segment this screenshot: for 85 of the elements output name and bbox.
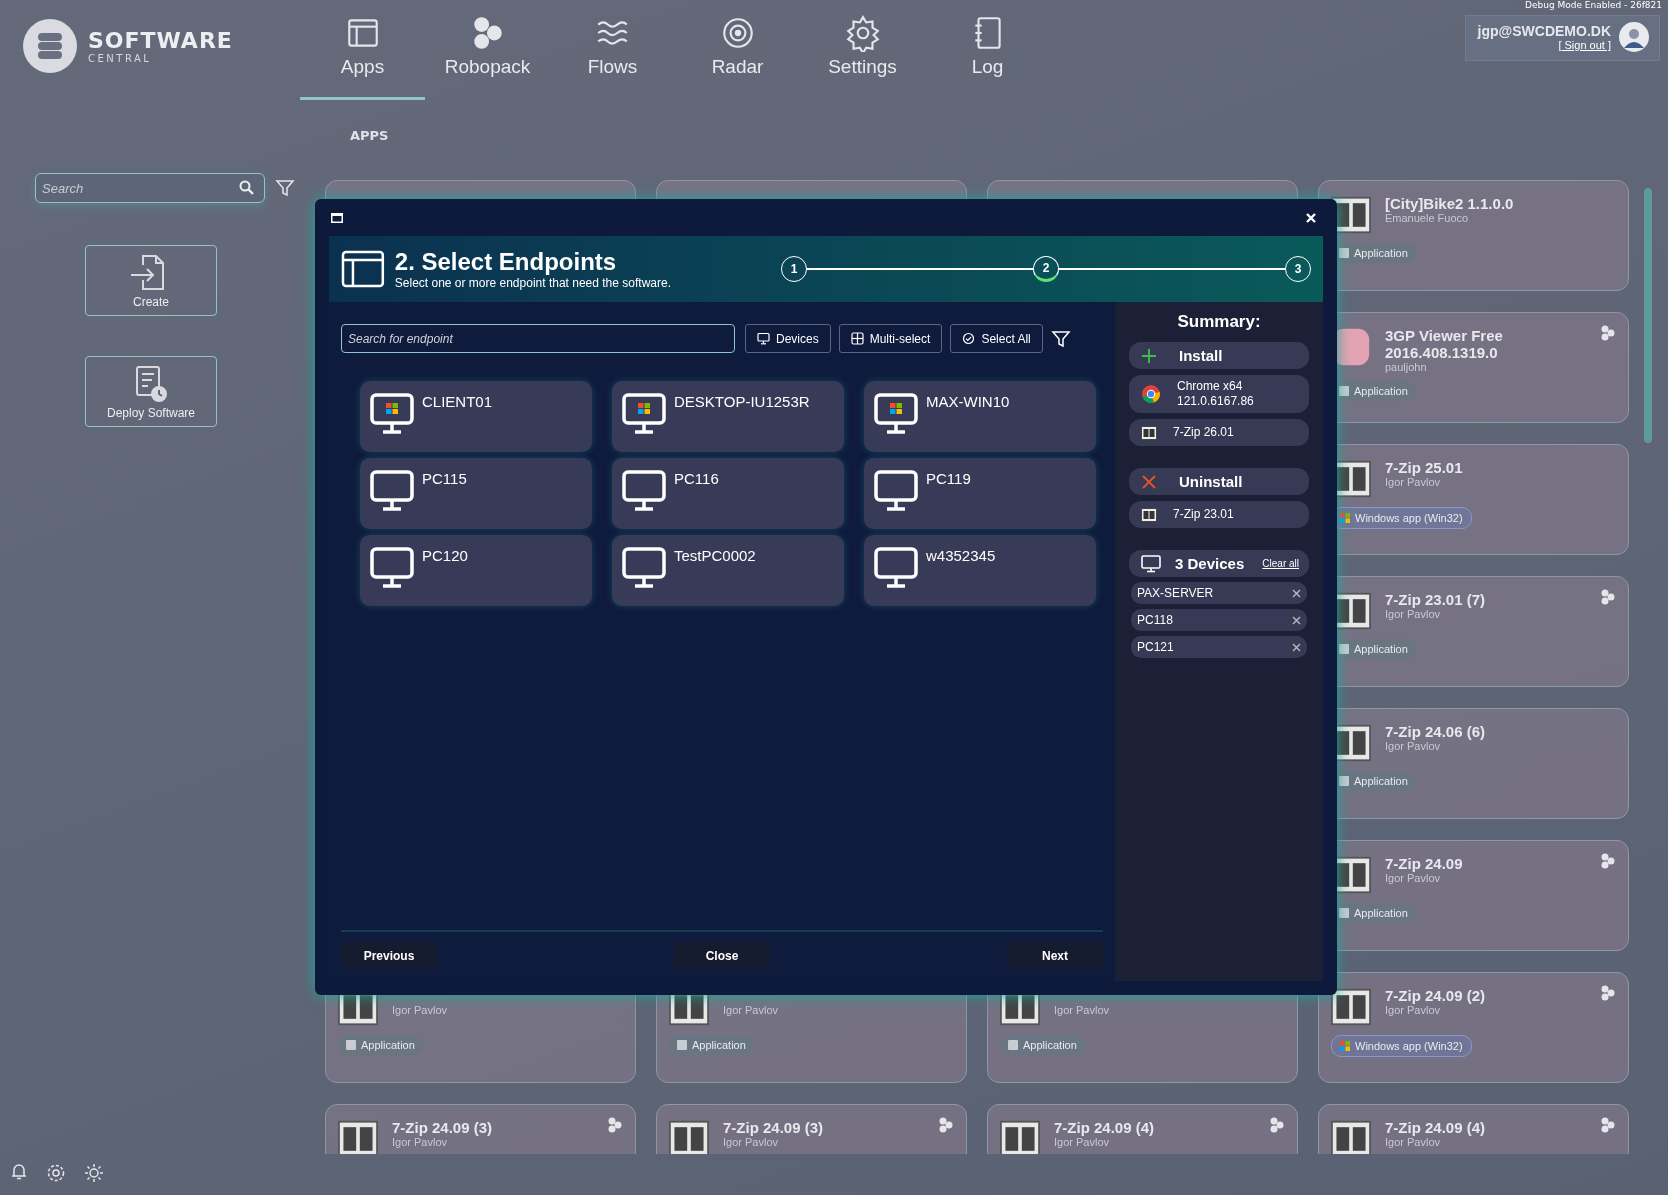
endpoint-tile[interactable]: CLIENT01 — [360, 381, 592, 452]
nav-tab[interactable]: Radar — [675, 0, 800, 100]
app-author: Igor Pavlov — [1054, 1004, 1111, 1016]
app-author: pauljohn — [1385, 361, 1428, 373]
section-title: APPS — [350, 128, 390, 145]
search-field[interactable]: Search — [35, 173, 265, 203]
app-author: Igor Pavlov — [723, 1136, 780, 1148]
tag-label: Application — [1354, 247, 1408, 259]
software-name: 7-Zip 23.01 — [1173, 507, 1234, 522]
app-author: Igor Pavlov — [1385, 740, 1442, 752]
dialog-subtitle: Select one or more endpoint that need the software. — [394, 276, 672, 290]
tag-label: Application — [1023, 1039, 1077, 1051]
app-title: 7-Zip 25.01 — [1385, 459, 1464, 476]
action-label: Install — [1179, 347, 1223, 364]
tag-label: Application — [692, 1039, 746, 1051]
endpoint-tile[interactable]: TestPC0002 — [612, 535, 844, 606]
app-card[interactable]: 7-Zip 24.09 (3) Igor Pavlov — [325, 1104, 636, 1154]
footer-button[interactable]: Close — [674, 942, 770, 969]
app-author: Igor Pavlov — [1385, 872, 1442, 884]
footer-button[interactable]: Next — [1007, 942, 1103, 969]
app-author: Igor Pavlov — [1385, 1136, 1442, 1148]
tag-label: Application — [1354, 385, 1408, 397]
app-card[interactable]: 7-Zip 24.09 (2) Igor Pavlov Windows app (Win32) — [1318, 972, 1629, 1083]
app-title: 7-Zip 24.09 (2) — [1385, 987, 1487, 1004]
toolbar-button[interactable]: Select All — [950, 324, 1043, 353]
nav-tab[interactable]: Log — [925, 0, 1050, 100]
app-title: 7-Zip 24.06 (6) — [1385, 723, 1487, 740]
nav-tab[interactable]: Apps — [300, 0, 425, 100]
app-author: Igor Pavlov — [1385, 1004, 1442, 1016]
action-button[interactable]: Create — [85, 245, 217, 316]
dialog-title: 2. Select Endpoints — [394, 248, 618, 276]
app-author: Igor Pavlov — [1054, 1136, 1111, 1148]
tag-label: Windows app (Win32) — [1355, 1040, 1463, 1052]
endpoint-tile[interactable]: PC115 — [360, 458, 592, 529]
app-title: 7-Zip 24.09 — [1385, 855, 1464, 872]
action-label: Uninstall — [1179, 473, 1243, 490]
app-author: Emanuele Fuoco — [1385, 212, 1470, 224]
debug-note: Debug Mode Enabled - 26f821 — [1525, 0, 1663, 11]
app-title: 7-Zip 24.09 (3) — [392, 1119, 494, 1136]
tag-label: Application — [1354, 775, 1408, 787]
device-name: PC121 — [1137, 640, 1174, 654]
toolbar-button[interactable]: Devices — [745, 324, 831, 353]
tag-label: Application — [1354, 907, 1408, 919]
user-name: jgp@SWCDEMO.DK — [1477, 23, 1611, 39]
clear-all-link[interactable]: Clear all — [1262, 558, 1299, 569]
logo-title: SOFTWARE — [88, 28, 233, 53]
footer-button[interactable]: Previous — [341, 942, 437, 969]
devices-count: 3 Devices — [1175, 555, 1245, 572]
app-title: 3GP Viewer Free 2016.408.1319.0 — [1385, 327, 1504, 361]
nav-tab[interactable]: Flows — [550, 0, 675, 100]
endpoint-tile[interactable]: PC120 — [360, 535, 592, 606]
tag-label: Application — [361, 1039, 415, 1051]
endpoint-tile[interactable]: PC119 — [864, 458, 1096, 529]
app-title: 7-Zip 24.09 (4) — [1054, 1119, 1156, 1136]
tag-label: Application — [1354, 643, 1408, 655]
tag-label: Windows app (Win32) — [1355, 512, 1463, 524]
search-field[interactable]: Search for endpoint — [341, 324, 735, 353]
action-button[interactable]: Deploy Software — [85, 356, 217, 427]
app-title: 7-Zip 24.09 (3) — [723, 1119, 825, 1136]
nav-tab[interactable]: Settings — [800, 0, 925, 100]
nav-tab[interactable]: Robopack — [425, 0, 550, 100]
app-title: 7-Zip 23.01 (7) — [1385, 591, 1487, 608]
app-author: Igor Pavlov — [723, 1004, 780, 1016]
endpoint-tile[interactable]: MAX-WIN10 — [864, 381, 1096, 452]
app-card[interactable]: [City]Bike2 1.1.0.0 Emanuele Fuoco Application — [1318, 180, 1629, 291]
summary-title: Summary: — [1177, 312, 1261, 332]
app-title: 7-Zip 24.09 (4) — [1385, 1119, 1487, 1136]
app-card[interactable]: 7-Zip 24.09 (4) Igor Pavlov — [987, 1104, 1298, 1154]
endpoint-tile[interactable]: w4352345 — [864, 535, 1096, 606]
app-author: Igor Pavlov — [1385, 608, 1442, 620]
app-title: [City]Bike2 1.1.0.0 — [1385, 195, 1515, 212]
app-author: Igor Pavlov — [392, 1136, 449, 1148]
device-name: PAX-SERVER — [1137, 586, 1214, 600]
logo-subtitle: CENTRAL — [88, 52, 153, 64]
app-card[interactable]: 7-Zip 24.09 (3) Igor Pavlov — [656, 1104, 967, 1154]
endpoint-tile[interactable]: PC116 — [612, 458, 844, 529]
app-author: Igor Pavlov — [392, 1004, 449, 1016]
software-name: 7-Zip 26.01 — [1173, 425, 1234, 440]
endpoint-tile[interactable]: DESKTOP-IU1253R — [612, 381, 844, 452]
device-name: PC118 — [1137, 613, 1173, 627]
toolbar-button[interactable]: Multi-select — [838, 324, 943, 353]
app-author: Igor Pavlov — [1385, 476, 1442, 488]
sign-out-link[interactable]: [ Sign out ] — [1558, 39, 1611, 51]
app-card[interactable]: 7-Zip 24.09 (4) Igor Pavlov — [1318, 1104, 1629, 1154]
software-name: Chrome x64 121.0.6167.86 — [1177, 379, 1254, 409]
